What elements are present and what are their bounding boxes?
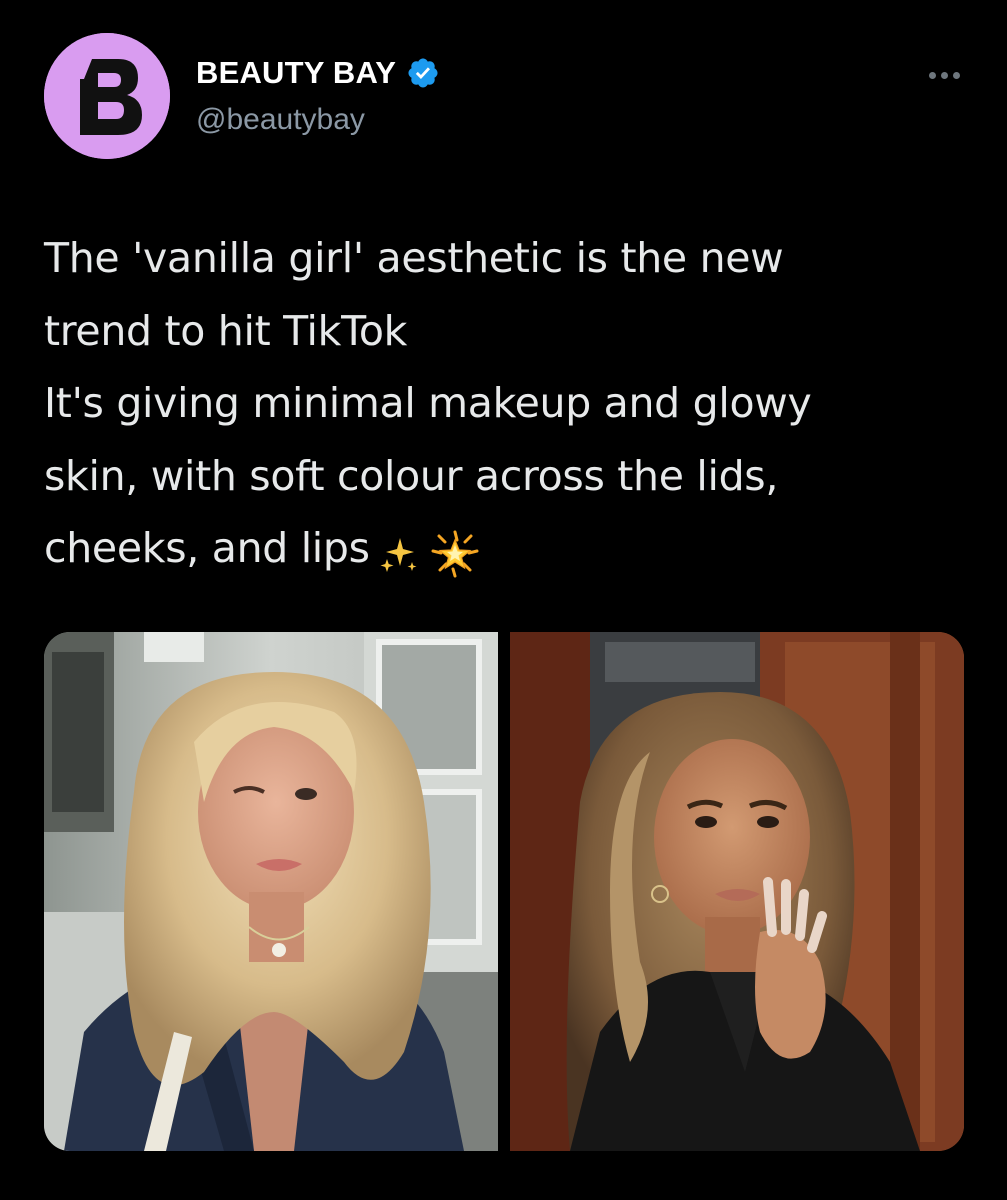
photo-blonde-selfie-image (44, 632, 498, 1151)
tweet-text: The 'vanilla girl' aesthetic is the new … (44, 222, 974, 587)
handle[interactable]: @beautybay (196, 103, 365, 137)
glowing-star-icon (431, 530, 479, 578)
display-name[interactable]: BEAUTY BAY (196, 55, 396, 91)
photo-brunette-portrait-image (510, 632, 964, 1151)
tweet-text-line: cheeks, and lips (44, 524, 370, 572)
tweet-text-line: It's giving minimal makeup and glowy (44, 379, 812, 427)
sparkles-icon (380, 537, 417, 572)
tweet-text-line-last: cheeks, and lips (44, 512, 974, 587)
more-dot-icon (940, 71, 948, 79)
tweet-text-line: The 'vanilla girl' aesthetic is the new (44, 234, 784, 282)
tweet-text-line: skin, with soft colour across the lids, (44, 451, 779, 500)
photo-brunette-portrait[interactable] (510, 632, 964, 1151)
tweet-text-line: trend to hit TikTok (44, 306, 408, 355)
beauty-bay-logo-icon (44, 33, 170, 159)
more-dot-icon (928, 71, 936, 79)
more-dot-icon (952, 71, 960, 79)
avatar[interactable] (44, 33, 170, 159)
name-row: BEAUTY BAY (196, 55, 440, 91)
verified-badge-icon (408, 58, 438, 88)
more-options-button[interactable] (914, 60, 974, 90)
tweet: BEAUTY BAY @beautybay The 'vanilla girl'… (0, 0, 1007, 1200)
photo-blonde-selfie[interactable] (44, 632, 498, 1151)
emoji-group (376, 515, 480, 588)
media-grid (44, 632, 964, 1151)
